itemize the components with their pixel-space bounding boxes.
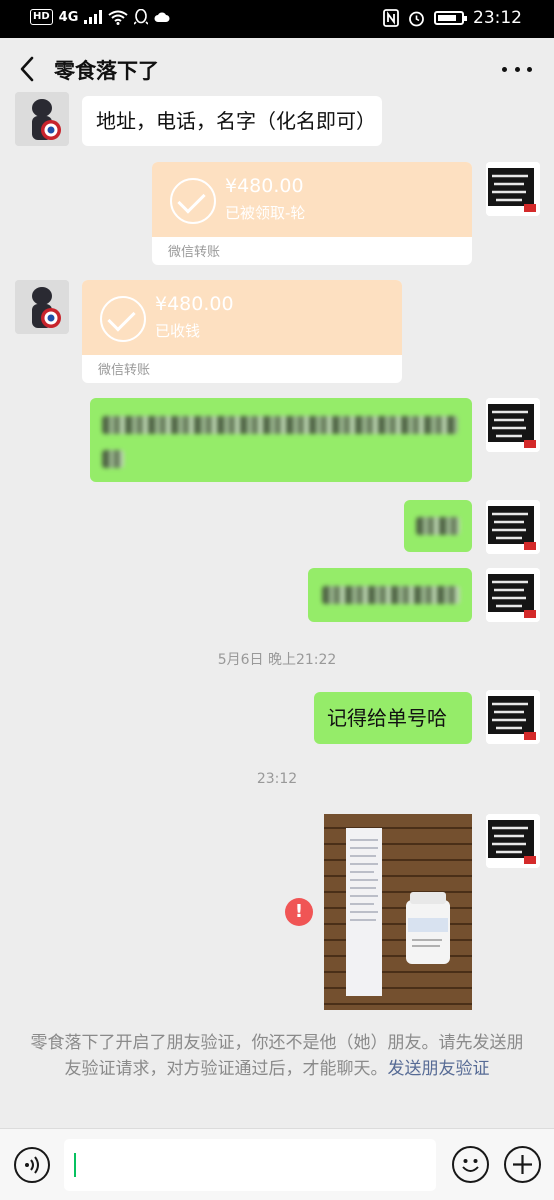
message-bubble-outgoing[interactable]	[404, 500, 472, 552]
timestamp: 23:12	[256, 771, 298, 787]
my-avatar[interactable]	[486, 398, 540, 452]
chat-title: 零食落下了	[54, 59, 159, 83]
alarm-icon	[409, 11, 424, 26]
back-arrow-icon	[20, 56, 34, 82]
voice-icon	[25, 1156, 39, 1174]
my-avatar[interactable]	[486, 690, 540, 744]
voice-button[interactable]	[14, 1147, 50, 1183]
my-avatar[interactable]	[486, 814, 540, 868]
status-right: 23:12	[383, 8, 522, 28]
friend-verification-notice: 零食落下了开启了朋友验证，你还不是他（她）朋友。请先发送朋友验证请求，对方验证通…	[30, 1030, 524, 1082]
redacted-text	[102, 416, 458, 434]
more-button[interactable]	[502, 56, 532, 82]
nfc-icon	[383, 9, 399, 27]
transfer-card-incoming[interactable]: ¥480.00 已收钱 微信转账	[82, 280, 402, 383]
transfer-status: 已收钱	[155, 322, 201, 340]
my-avatar-image	[486, 500, 540, 554]
message-text: 记得给单号哈	[327, 706, 447, 730]
signal-icon	[84, 10, 103, 24]
send-verification-link[interactable]: 发送朋友验证	[388, 1059, 490, 1079]
my-avatar[interactable]	[486, 500, 540, 554]
transfer-footer: 微信转账	[168, 245, 221, 260]
status-time: 23:12	[473, 8, 522, 28]
redacted-text	[102, 450, 124, 468]
plus-icon	[513, 1155, 532, 1174]
emoji-button[interactable]	[452, 1146, 489, 1183]
wifi-icon	[108, 10, 129, 25]
status-bar: HD 4G 23:12	[0, 0, 554, 38]
my-avatar-image	[486, 398, 540, 452]
back-button[interactable]	[14, 53, 44, 85]
timestamp: 5月6日 晚上21:22	[217, 652, 337, 668]
message-text: 地址，电话，名字（化名即可）	[96, 109, 376, 133]
battery-fill	[438, 15, 456, 21]
redacted-text	[416, 517, 460, 535]
image-message[interactable]	[324, 814, 472, 1010]
my-avatar-image	[486, 162, 540, 216]
image-message-content	[324, 814, 472, 1010]
input-bar	[0, 1128, 554, 1200]
check-circle-icon	[100, 296, 146, 342]
battery-icon	[434, 11, 467, 25]
message-bubble-outgoing[interactable]	[308, 568, 472, 622]
contact-avatar-image	[15, 92, 69, 146]
emoji-icon	[462, 1159, 479, 1172]
my-avatar-image	[486, 690, 540, 744]
plus-button[interactable]	[504, 1146, 541, 1183]
contact-avatar-image	[15, 280, 69, 334]
my-avatar[interactable]	[486, 568, 540, 622]
warning-icon[interactable]: !	[285, 898, 313, 926]
qq-icon	[134, 9, 149, 25]
my-avatar-image	[486, 814, 540, 868]
message-input[interactable]	[64, 1139, 436, 1191]
contact-avatar[interactable]	[15, 280, 69, 334]
my-avatar[interactable]	[486, 162, 540, 216]
cloud-icon	[154, 12, 170, 22]
message-bubble-outgoing[interactable]: 记得给单号哈	[314, 692, 472, 744]
more-dots-icon	[502, 66, 507, 72]
hd-badge: HD	[30, 9, 53, 25]
chat-header: 零食落下了	[0, 38, 554, 100]
status-left: HD 4G	[30, 9, 170, 25]
redacted-text	[322, 586, 460, 604]
text-caret	[74, 1153, 76, 1177]
transfer-card-outgoing[interactable]: ¥480.00 已被领取-轮 微信转账	[152, 162, 472, 265]
transfer-status: 已被领取-轮	[225, 204, 306, 222]
network-type: 4G	[58, 9, 79, 25]
check-circle-icon	[170, 178, 216, 224]
message-bubble-incoming[interactable]: 地址，电话，名字（化名即可）	[82, 96, 382, 146]
message-bubble-outgoing[interactable]	[90, 398, 472, 482]
transfer-amount: ¥480.00	[225, 175, 304, 197]
contact-avatar[interactable]	[15, 92, 69, 146]
transfer-amount: ¥480.00	[155, 293, 234, 315]
my-avatar-image	[486, 568, 540, 622]
transfer-footer: 微信转账	[98, 363, 151, 378]
